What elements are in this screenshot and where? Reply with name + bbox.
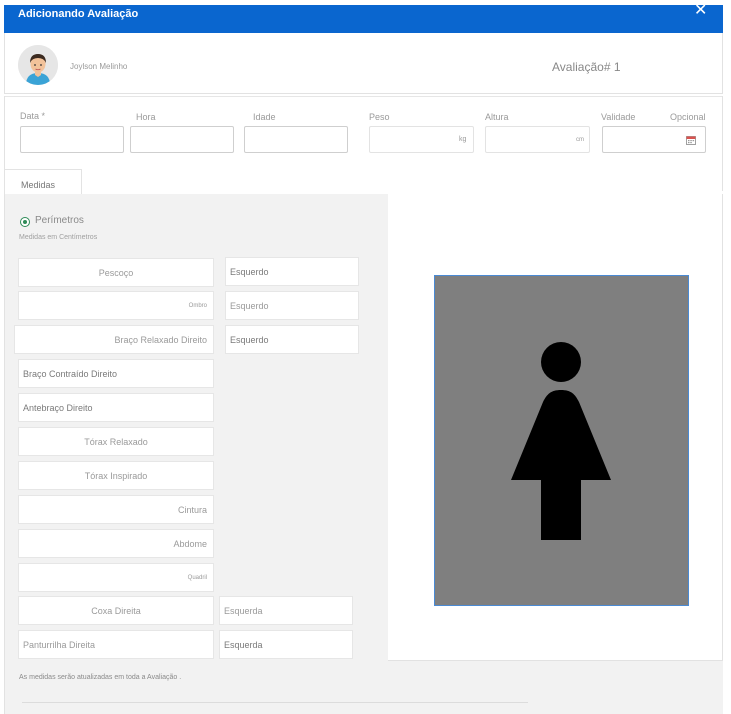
ombro-field[interactable]: Ombro xyxy=(18,291,214,320)
pescoco-field[interactable]: Pescoço xyxy=(18,258,214,287)
idade-label: Idade xyxy=(253,112,276,122)
perimetros-subtitle: Medidas em Centímetros xyxy=(19,234,98,241)
torax-relaxado-field[interactable]: Tórax Relaxado xyxy=(18,427,214,456)
abdome-field[interactable]: Abdome xyxy=(18,529,214,558)
modal-title: Adicionando Avaliação xyxy=(18,8,139,20)
braco-relaxado-field[interactable]: Braço Relaxado Direito xyxy=(14,325,214,354)
tab-medidas[interactable]: Medidas xyxy=(4,169,82,195)
ombro-esquerdo-field[interactable]: Esquerdo xyxy=(225,291,359,320)
perimetros-label: Perímetros xyxy=(35,215,84,226)
perimetros-radio-dot xyxy=(23,220,27,224)
panel-bottom xyxy=(388,661,723,714)
form-divider xyxy=(4,96,723,97)
torax-inspirado-field[interactable]: Tórax Inspirado xyxy=(18,461,214,490)
altura-unit: cm xyxy=(576,137,584,143)
cintura-field[interactable]: Cintura xyxy=(18,495,214,524)
evaluation-label: Avaliação# 1 xyxy=(552,60,621,74)
calendar-icon[interactable] xyxy=(686,132,696,145)
peso-unit: kg xyxy=(459,136,467,143)
altura-input[interactable] xyxy=(485,126,590,153)
idade-input[interactable] xyxy=(244,126,348,153)
validade-label: Validade xyxy=(601,112,636,122)
peso-label: Peso xyxy=(369,112,390,122)
data-input[interactable] xyxy=(20,126,124,153)
opcional-label: Opcional xyxy=(670,112,706,122)
panturrilha-direita-field[interactable]: Panturrilha Direita xyxy=(18,630,214,659)
close-icon[interactable]: ✕ xyxy=(694,1,707,21)
data-label: Data * xyxy=(20,111,46,121)
altura-label: Altura xyxy=(485,112,509,122)
user-avatar-icon xyxy=(18,45,58,85)
user-name: Joylson Melinho xyxy=(70,62,128,71)
panel-bottom-line xyxy=(22,702,528,703)
panturrilha-esquerda-field[interactable]: Esquerda xyxy=(219,630,353,659)
hora-input[interactable] xyxy=(130,126,234,153)
frame-border-right xyxy=(722,96,723,191)
braco-contraido-field[interactable]: Braço Contraído Direito xyxy=(18,359,214,388)
coxa-direita-field[interactable]: Coxa Direita xyxy=(18,596,214,625)
antebraco-field[interactable]: Antebraço Direito xyxy=(18,393,214,422)
female-figure-icon[interactable] xyxy=(434,275,689,606)
quadril-field[interactable]: Quadril xyxy=(18,563,214,592)
pescoco-esquerdo-field[interactable]: Esquerdo xyxy=(225,257,359,286)
braco-relaxado-esquerdo-field[interactable]: Esquerdo xyxy=(225,325,359,354)
coxa-esquerda-field[interactable]: Esquerda xyxy=(219,596,353,625)
hora-label: Hora xyxy=(136,112,156,122)
footer-note: As medidas serão atualizadas em toda a A… xyxy=(19,674,182,681)
